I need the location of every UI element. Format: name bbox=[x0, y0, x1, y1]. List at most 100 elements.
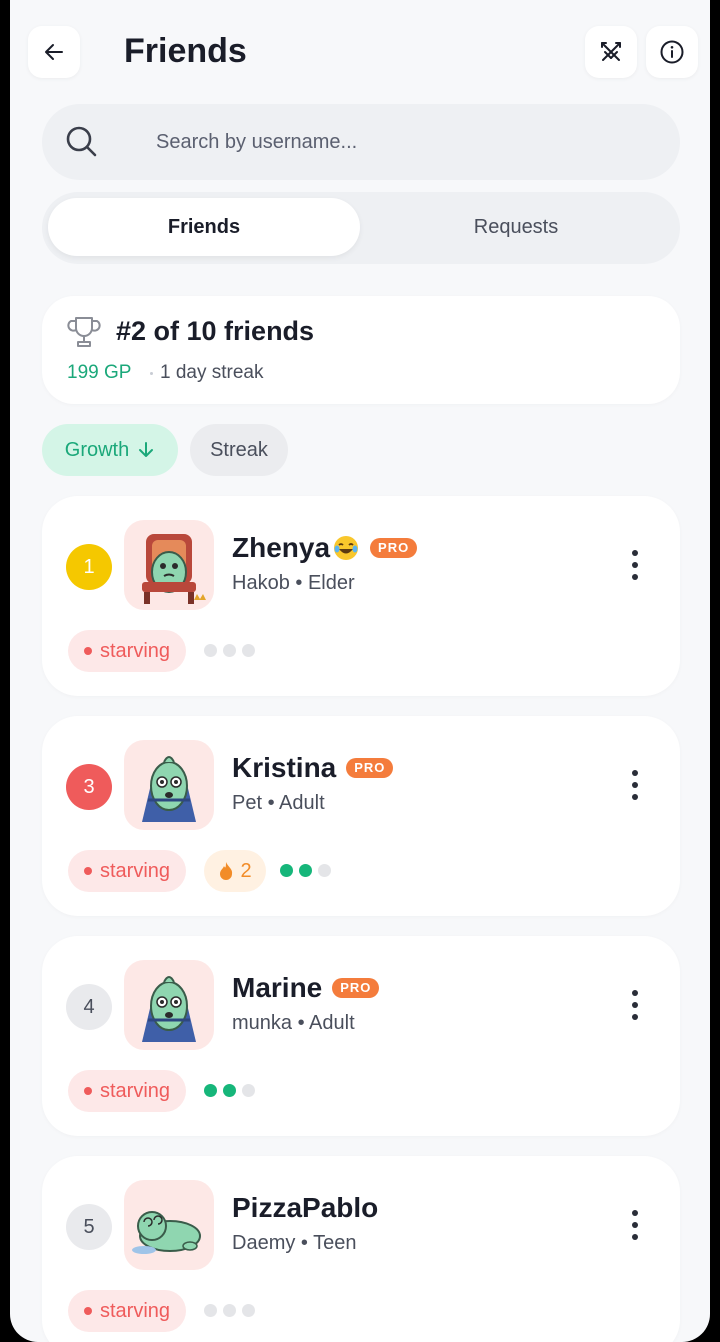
search-icon bbox=[66, 126, 97, 157]
friend-subtitle: Hakob • Elder bbox=[232, 572, 355, 594]
crossed-swords-icon bbox=[601, 42, 621, 61]
status-badge: starving bbox=[68, 1290, 187, 1332]
status-badge: starving bbox=[68, 850, 187, 892]
separator-dot bbox=[150, 372, 153, 375]
progress-dot bbox=[223, 1304, 236, 1317]
kebab-dot bbox=[632, 550, 638, 556]
status-badge: starving bbox=[68, 1070, 187, 1112]
kebab-dot bbox=[632, 1222, 638, 1228]
pet-owner: munka bbox=[232, 1012, 293, 1034]
kebab-dot bbox=[632, 782, 638, 788]
friend-name-row: Marine PRO bbox=[232, 972, 380, 1004]
tab-requests[interactable]: Requests bbox=[360, 198, 672, 256]
kebab-dot bbox=[632, 562, 638, 568]
friend-name-row: Kristina PRO bbox=[232, 752, 394, 784]
friend-card[interactable]: 1 Zhenya PRO Hakob • Elder starving bbox=[42, 496, 680, 696]
kebab-dot bbox=[632, 1210, 638, 1216]
tab-friends[interactable]: Friends bbox=[48, 198, 360, 256]
pet-stage: Teen bbox=[313, 1232, 357, 1254]
kebab-dot bbox=[632, 1014, 638, 1020]
kebab-dot bbox=[632, 1234, 638, 1240]
back-button[interactable] bbox=[28, 26, 80, 78]
avatar bbox=[124, 740, 214, 830]
friend-name-row: Zhenya PRO bbox=[232, 532, 418, 564]
pro-badge: PRO bbox=[370, 538, 418, 558]
progress-dot bbox=[318, 864, 331, 877]
more-menu-button[interactable] bbox=[630, 990, 640, 1020]
fire-icon bbox=[220, 862, 233, 880]
friend-name-row: PizzaPablo bbox=[232, 1192, 378, 1224]
rank-badge: 4 bbox=[66, 984, 112, 1030]
laughing-emoji-icon bbox=[334, 536, 359, 560]
status-badge: starving bbox=[68, 630, 187, 672]
pro-badge: PRO bbox=[346, 758, 394, 778]
sort-streak-label: Streak bbox=[210, 438, 268, 461]
pet-on-throne-image bbox=[142, 534, 206, 604]
streak-value: 1 day streak bbox=[160, 362, 264, 383]
friend-name: PizzaPablo bbox=[232, 1192, 379, 1223]
pet-lying-image bbox=[132, 1211, 201, 1254]
rank-badge: 3 bbox=[66, 764, 112, 810]
pet-stage: Elder bbox=[307, 572, 355, 594]
friend-card[interactable]: 3 Kristina PRO Pet • Adult starving 2 bbox=[42, 716, 680, 916]
progress-dot bbox=[242, 644, 255, 657]
sort-streak-chip[interactable]: Streak bbox=[190, 424, 288, 476]
progress-dot bbox=[242, 1304, 255, 1317]
rank-badge: 1 bbox=[66, 544, 112, 590]
progress-dot bbox=[204, 644, 217, 657]
friend-card[interactable]: 5 PizzaPablo Daemy • Teen starving bbox=[42, 1156, 680, 1342]
more-menu-button[interactable] bbox=[630, 1210, 640, 1240]
arrow-down-icon bbox=[139, 442, 154, 457]
friend-name: Kristina bbox=[232, 752, 337, 783]
pet-owner: Daemy bbox=[232, 1232, 296, 1254]
pro-badge: PRO bbox=[332, 978, 380, 998]
kebab-dot bbox=[632, 1002, 638, 1008]
progress-dot bbox=[299, 864, 312, 877]
pet-with-cape-image bbox=[142, 756, 196, 822]
gp-value: 199 GP bbox=[67, 362, 132, 383]
pet-owner: Pet bbox=[232, 792, 263, 814]
kebab-dot bbox=[632, 990, 638, 996]
fire-count: 2 bbox=[240, 859, 252, 882]
rank-title: #2 of 10 friends bbox=[116, 316, 315, 346]
search-input[interactable] bbox=[156, 124, 636, 160]
friend-subtitle: Daemy • Teen bbox=[232, 1232, 357, 1254]
progress-dots bbox=[204, 644, 255, 657]
pet-stage: Adult bbox=[309, 1012, 355, 1034]
trophy-icon bbox=[67, 317, 101, 347]
progress-dot bbox=[204, 1084, 217, 1097]
rank-badge: 5 bbox=[66, 1204, 112, 1250]
fire-streak-badge: 2 bbox=[204, 850, 266, 892]
progress-dot bbox=[280, 864, 293, 877]
info-icon bbox=[660, 40, 684, 64]
friend-subtitle: Pet • Adult bbox=[232, 792, 325, 814]
progress-dot bbox=[223, 644, 236, 657]
page-title: Friends bbox=[124, 32, 247, 70]
friend-name: Marine bbox=[232, 972, 323, 1003]
progress-dot bbox=[204, 1304, 217, 1317]
friend-subtitle: munka • Adult bbox=[232, 1012, 355, 1034]
progress-dots bbox=[204, 1304, 255, 1317]
sort-growth-chip[interactable]: Growth bbox=[42, 424, 178, 476]
tab-bar: Friends Requests bbox=[42, 192, 680, 264]
sort-growth-label: Growth bbox=[64, 438, 130, 461]
pet-stage: Adult bbox=[279, 792, 325, 814]
avatar bbox=[124, 960, 214, 1050]
info-button[interactable] bbox=[646, 26, 698, 78]
pet-with-cape-image bbox=[142, 976, 196, 1042]
pet-owner: Hakob bbox=[232, 572, 290, 594]
arrow-left-icon bbox=[45, 44, 63, 60]
kebab-dot bbox=[632, 770, 638, 776]
search-bar[interactable] bbox=[42, 104, 680, 180]
progress-dot bbox=[223, 1084, 236, 1097]
more-menu-button[interactable] bbox=[630, 550, 640, 580]
battle-button[interactable] bbox=[585, 26, 637, 78]
avatar bbox=[124, 520, 214, 610]
kebab-dot bbox=[632, 574, 638, 580]
progress-dots bbox=[280, 864, 331, 877]
kebab-dot bbox=[632, 794, 638, 800]
friend-card[interactable]: 4 Marine PRO munka • Adult starving bbox=[42, 936, 680, 1136]
progress-dot bbox=[242, 1084, 255, 1097]
avatar bbox=[124, 1180, 214, 1270]
more-menu-button[interactable] bbox=[630, 770, 640, 800]
